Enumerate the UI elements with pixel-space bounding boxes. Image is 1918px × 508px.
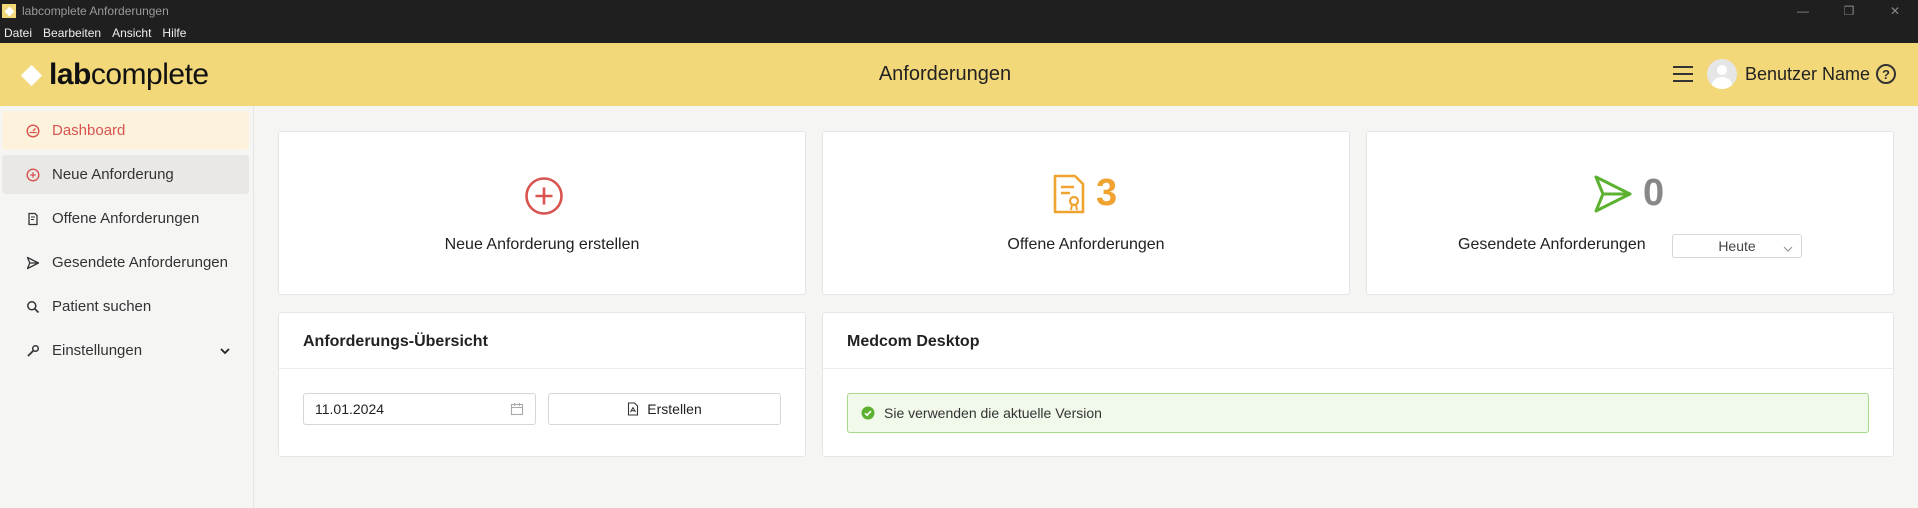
medcom-title: Medcom Desktop xyxy=(847,333,980,350)
sidebar-item-gesendete-anforderungen[interactable]: Gesendete Anforderungen xyxy=(2,243,249,282)
send-icon xyxy=(26,256,40,270)
sidebar-item-patient-suchen[interactable]: Patient suchen xyxy=(2,287,249,326)
sidebar-item-label: Dashboard xyxy=(52,122,126,139)
menu-ansicht[interactable]: Ansicht xyxy=(112,26,151,40)
title-bar: labcomplete Anforderungen — ❐ ✕ xyxy=(0,0,1918,22)
hamburger-menu-icon[interactable] xyxy=(1672,66,1693,82)
plus-circle-icon xyxy=(26,167,40,182)
date-input[interactable]: 11.01.2024 xyxy=(303,393,536,425)
user-name[interactable]: Benutzer Name xyxy=(1745,64,1870,85)
sent-requests-card[interactable]: 0 Gesendete Anforderungen Heute xyxy=(1366,131,1894,295)
sidebar-item-einstellungen[interactable]: Einstellungen xyxy=(2,331,249,370)
medcom-card: Medcom Desktop Sie verwenden die aktuell… xyxy=(822,312,1894,457)
app-icon xyxy=(2,4,16,18)
window-controls: — ❐ ✕ xyxy=(1780,0,1918,22)
date-input-value: 11.01.2024 xyxy=(315,401,385,417)
chevron-down-icon xyxy=(1783,241,1793,257)
create-report-button[interactable]: Erstellen xyxy=(548,393,781,425)
sidebar-item-label: Offene Anforderungen xyxy=(52,210,200,227)
version-status-text: Sie verwenden die aktuelle Version xyxy=(884,405,1102,421)
sidebar-item-offene-anforderungen[interactable]: Offene Anforderungen xyxy=(2,199,249,238)
menu-hilfe[interactable]: Hilfe xyxy=(162,26,186,40)
minimize-button[interactable]: — xyxy=(1780,0,1826,22)
page-title: Anforderungen xyxy=(878,63,1012,85)
sidebar-item-label: Gesendete Anforderungen xyxy=(52,254,228,271)
sidebar-item-label: Einstellungen xyxy=(52,342,143,359)
divider xyxy=(823,368,1893,369)
window-title: labcomplete Anforderungen xyxy=(22,4,169,18)
calendar-icon[interactable] xyxy=(510,402,524,419)
version-status-alert: Sie verwenden die aktuelle Version xyxy=(847,393,1869,433)
menu-bearbeiten[interactable]: Bearbeiten xyxy=(43,26,101,40)
sidebar-item-label: Patient suchen xyxy=(52,298,152,315)
check-circle-icon xyxy=(861,406,875,420)
sidebar-item-dashboard[interactable]: Dashboard xyxy=(2,111,249,150)
menu-datei[interactable]: Datei xyxy=(4,26,32,40)
sent-requests-label: Gesendete Anforderungen xyxy=(1458,236,1646,253)
help-icon[interactable]: ? xyxy=(1876,64,1896,84)
open-requests-count: 3 xyxy=(1096,172,1118,214)
chevron-down-icon[interactable] xyxy=(219,344,231,361)
open-requests-card[interactable]: 3 Offene Anforderungen xyxy=(822,131,1350,295)
wrench-icon xyxy=(26,344,40,358)
overview-title: Anforderungs-Übersicht xyxy=(303,333,488,350)
send-icon xyxy=(1593,174,1633,214)
sent-requests-count: 0 xyxy=(1643,172,1665,214)
sidebar: Dashboard Neue Anforderung Offene Anford… xyxy=(0,106,254,508)
sent-requests-stat: 0 xyxy=(1593,172,1664,215)
overview-card: Anforderungs-Übersicht 11.01.2024 Erstel… xyxy=(278,312,806,457)
open-requests-stat: 3 xyxy=(1052,172,1117,215)
document-icon xyxy=(26,212,40,226)
restore-button[interactable]: ❐ xyxy=(1826,0,1872,22)
divider xyxy=(279,368,805,369)
plus-circle-icon xyxy=(524,176,564,216)
dashboard-icon xyxy=(26,123,40,138)
period-select-value: Heute xyxy=(1718,238,1756,254)
document-icon xyxy=(1052,174,1086,214)
avatar[interactable] xyxy=(1706,59,1737,89)
create-report-label: Erstellen xyxy=(647,401,702,417)
open-requests-label: Offene Anforderungen xyxy=(1007,236,1165,253)
sidebar-item-label: Neue Anforderung xyxy=(52,166,174,183)
new-request-label: Neue Anforderung erstellen xyxy=(444,236,640,253)
menu-bar: Datei Bearbeiten Ansicht Hilfe xyxy=(0,22,1918,43)
pdf-file-icon xyxy=(627,402,639,416)
new-request-card[interactable]: Neue Anforderung erstellen xyxy=(278,131,806,295)
user-area: Benutzer Name ? xyxy=(1672,59,1896,89)
close-button[interactable]: ✕ xyxy=(1872,0,1918,22)
period-select[interactable]: Heute xyxy=(1672,234,1802,258)
search-icon xyxy=(26,300,40,314)
app-header: lab complete Anforderungen Benutzer Name … xyxy=(0,43,1918,106)
sidebar-item-neue-anforderung[interactable]: Neue Anforderung xyxy=(2,155,249,194)
